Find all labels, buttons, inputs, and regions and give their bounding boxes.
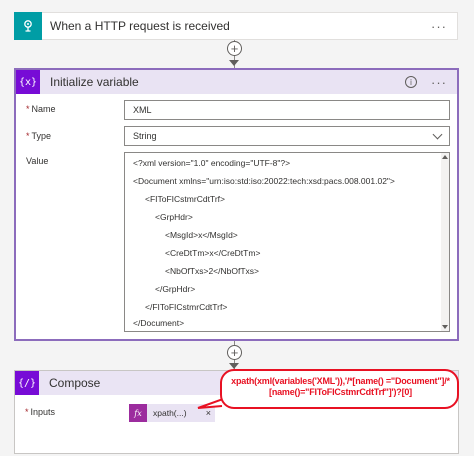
value-field-label: Value xyxy=(26,156,49,166)
trigger-title: When a HTTP request is received xyxy=(50,19,230,33)
value-line: <Document xmlns="urn:iso:std:iso:20022:t… xyxy=(133,176,395,186)
required-marker: * xyxy=(25,407,29,417)
expression-callout: xpath(xml(variables('XML')),'/*[name() =… xyxy=(220,369,459,409)
value-line: <FIToFICstmrCdtTrf> xyxy=(145,194,225,204)
value-scrollbar[interactable] xyxy=(441,153,449,331)
type-label-text: Type xyxy=(31,131,52,141)
more-options-icon[interactable]: ··· xyxy=(431,75,447,90)
initialize-variable-title: Initialize variable xyxy=(50,75,139,89)
arrow-down-icon xyxy=(229,60,239,66)
initialize-variable-header[interactable]: {x} Initialize variable i ··· xyxy=(16,70,457,94)
required-marker: * xyxy=(26,104,30,114)
value-line: <NbOfTxs>2</NbOfTxs> xyxy=(165,266,260,276)
inputs-field-label: * Inputs xyxy=(25,407,55,417)
value-line: <MsgId>x</MsgId> xyxy=(165,230,238,240)
inputs-label-text: Inputs xyxy=(30,407,56,417)
name-label-text: Name xyxy=(31,104,56,114)
type-field-label: * Type xyxy=(26,131,51,141)
type-dropdown-value: String xyxy=(133,131,157,141)
http-trigger-card[interactable]: When a HTTP request is received ··· xyxy=(14,11,458,40)
expression-token-label: xpath(...) xyxy=(153,408,187,418)
value-line: <CreDtTm>x</CreDtTm> xyxy=(165,248,261,258)
value-line: </GrpHdr> xyxy=(155,284,196,294)
add-step-button[interactable]: + xyxy=(227,345,242,360)
chevron-down-icon xyxy=(432,129,443,139)
name-input-value: XML xyxy=(133,105,152,115)
type-dropdown[interactable]: String xyxy=(124,126,450,146)
info-icon[interactable]: i xyxy=(405,76,417,88)
scroll-up-icon[interactable] xyxy=(442,155,448,159)
required-marker: * xyxy=(26,131,30,141)
value-textarea[interactable]: <?xml version="1.0" encoding="UTF-8"?> <… xyxy=(124,152,450,332)
value-line: <GrpHdr> xyxy=(155,212,193,222)
compose-title: Compose xyxy=(49,376,101,390)
scroll-down-icon[interactable] xyxy=(442,325,448,329)
value-line: <?xml version="1.0" encoding="UTF-8"?> xyxy=(133,158,291,168)
name-field-label: * Name xyxy=(26,104,56,114)
function-icon: fx xyxy=(129,404,147,422)
more-options-icon[interactable]: ··· xyxy=(431,19,447,34)
http-trigger-icon xyxy=(14,11,42,40)
variable-icon: {x} xyxy=(16,70,40,94)
callout-expression-text: xpath(xml(variables('XML')),'/*[name() =… xyxy=(231,376,450,397)
value-line: </FIToFICstmrCdtTrf> xyxy=(145,302,228,312)
flow-designer-canvas: When a HTTP request is received ··· + {x… xyxy=(0,0,474,456)
value-line: </Document> xyxy=(133,318,185,328)
add-step-button[interactable]: + xyxy=(227,41,242,56)
compose-icon: {/} xyxy=(15,371,39,395)
initialize-variable-card: {x} Initialize variable i ··· * Name XML … xyxy=(14,68,459,341)
name-input[interactable]: XML xyxy=(124,100,450,120)
